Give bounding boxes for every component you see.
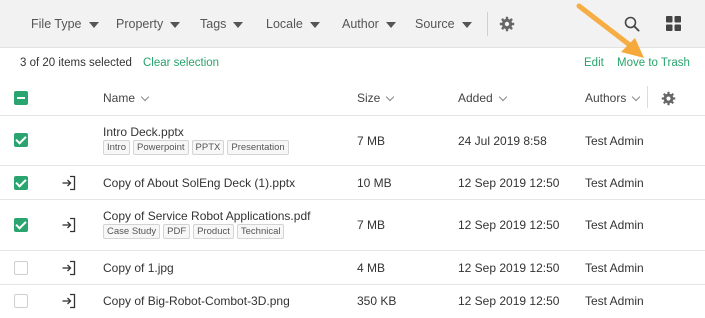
settings-gear-icon [499, 16, 515, 32]
tag: Powerpoint [133, 140, 189, 155]
file-name[interactable]: Intro Deck.pptx [103, 125, 184, 139]
chevron-down-icon [632, 92, 641, 101]
author: Test Admin [585, 134, 644, 148]
table-row[interactable]: Copy of Service Robot Applications.pdf C… [0, 200, 705, 251]
row-checkbox[interactable] [14, 261, 28, 275]
tag-list: Intro Powerpoint PPTX Presentation [103, 140, 289, 155]
date-added: 12 Sep 2019 12:50 [458, 294, 560, 308]
column-settings-button[interactable] [661, 90, 695, 106]
select-all-checkbox[interactable] [14, 91, 28, 105]
filter-tags[interactable]: Tags [200, 15, 244, 33]
author: Test Admin [585, 261, 644, 275]
author: Test Admin [585, 294, 644, 308]
column-header-size[interactable]: Size [357, 91, 395, 105]
filter-source[interactable]: Source [415, 15, 472, 33]
column-label: Authors [585, 91, 627, 105]
caret-down-icon [461, 21, 472, 28]
table-header: Name Size Added Authors [0, 80, 705, 116]
file-size: 350 KB [357, 294, 397, 308]
caret-down-icon [88, 21, 99, 28]
filter-label: Tags [200, 17, 227, 31]
table-row[interactable]: Copy of About SolEng Deck (1).pptx 10 MB… [0, 166, 705, 200]
file-size: 10 MB [357, 176, 392, 190]
column-label: Size [357, 91, 381, 105]
settings-menu-button[interactable] [499, 14, 533, 34]
tag-list: Case Study PDF Product Technical [103, 224, 285, 239]
file-name[interactable]: Copy of About SolEng Deck (1).pptx [103, 176, 295, 190]
file-name[interactable]: Copy of 1.jpg [103, 261, 174, 275]
file-size: 7 MB [357, 218, 386, 232]
filter-locale[interactable]: Locale [266, 15, 320, 33]
caret-down-icon [233, 21, 244, 28]
row-checkbox[interactable] [14, 294, 28, 308]
filter-label: Source [415, 17, 455, 31]
tag: Product [193, 224, 234, 239]
open-file-icon[interactable] [61, 293, 77, 309]
caret-down-icon [170, 21, 181, 28]
file-size: 7 MB [357, 134, 386, 148]
open-file-icon[interactable] [61, 260, 77, 276]
date-added: 12 Sep 2019 12:50 [458, 218, 560, 232]
tag: Intro [103, 140, 131, 155]
filter-author[interactable]: Author [342, 15, 396, 33]
chevron-down-icon [140, 92, 150, 101]
date-added: 12 Sep 2019 12:50 [458, 261, 560, 275]
date-added: 12 Sep 2019 12:50 [458, 176, 560, 190]
column-header-name[interactable]: Name [103, 91, 150, 105]
selection-count: 3 of 20 items selected [20, 57, 132, 69]
column-label: Added [458, 91, 493, 105]
tag: Presentation [227, 140, 289, 155]
annotation-arrow-icon [576, 3, 644, 58]
toolbar-divider [487, 12, 488, 36]
chevron-down-icon [386, 92, 395, 101]
file-name[interactable]: Copy of Big-Robot-Combot-3D.png [103, 294, 290, 308]
tag: Case Study [103, 224, 161, 239]
open-file-icon[interactable] [61, 175, 77, 191]
grid-view-icon[interactable] [666, 16, 681, 31]
author: Test Admin [585, 176, 644, 190]
column-header-added[interactable]: Added [458, 91, 507, 105]
table-row[interactable]: Copy of 1.jpg 4 MB 12 Sep 2019 12:50 Tes… [0, 251, 705, 285]
filter-label: File Type [31, 17, 82, 31]
filter-label: Locale [266, 17, 303, 31]
tag: PDF [163, 224, 191, 239]
author: Test Admin [585, 218, 644, 232]
filter-label: Author [342, 17, 379, 31]
column-header-authors[interactable]: Authors [585, 91, 641, 105]
chevron-down-icon [498, 92, 507, 101]
filter-label: Property [116, 17, 164, 31]
caret-down-icon [309, 21, 320, 28]
filter-property[interactable]: Property [116, 15, 181, 33]
file-name[interactable]: Copy of Service Robot Applications.pdf [103, 209, 310, 223]
row-checkbox[interactable] [14, 176, 28, 190]
caret-down-icon [385, 21, 396, 28]
open-file-icon[interactable] [61, 217, 77, 233]
table-row[interactable]: Copy of Big-Robot-Combot-3D.png 350 KB 1… [0, 285, 705, 318]
settings-gear-icon [661, 91, 676, 105]
filter-file-type[interactable]: File Type [31, 15, 99, 33]
tag: Technical [236, 224, 285, 239]
date-added: 24 Jul 2019 8:58 [458, 134, 547, 148]
column-label: Name [103, 91, 136, 105]
tag: PPTX [191, 140, 225, 155]
header-divider [647, 86, 648, 108]
file-size: 4 MB [357, 261, 386, 275]
clear-selection-link[interactable]: Clear selection [143, 57, 219, 69]
row-checkbox[interactable] [14, 218, 28, 232]
table-row[interactable]: Intro Deck.pptx Intro Powerpoint PPTX Pr… [0, 116, 705, 166]
row-checkbox[interactable] [14, 133, 28, 147]
